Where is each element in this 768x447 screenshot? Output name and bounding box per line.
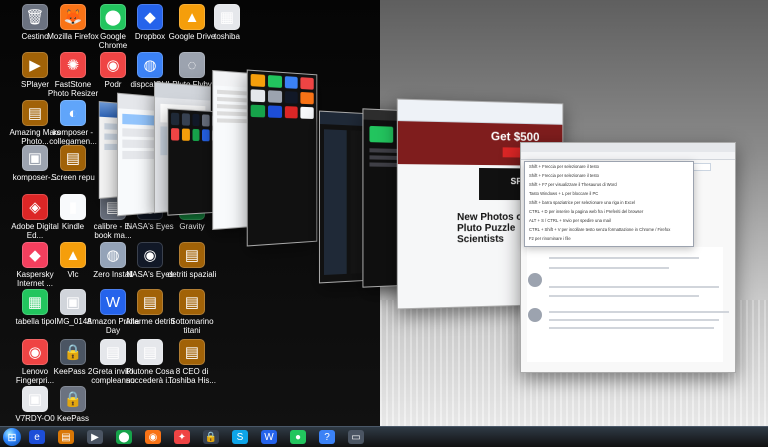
menu-item[interactable]: Shift + Freccia per selezionare il testo: [525, 162, 693, 171]
menu-item[interactable]: Tasto Windows + L per bloccare il PC: [525, 189, 693, 198]
desktop-icon-image: ✺: [60, 52, 86, 78]
explorer-icon: ▤: [58, 430, 74, 444]
taskbar-word-button[interactable]: W: [260, 429, 278, 445]
desktop-icon-label: Screen repu: [51, 173, 95, 182]
desktop-icon-image: ▣: [22, 386, 48, 412]
desktop-icon-image: ▶: [22, 52, 48, 78]
menu-item[interactable]: Shift + Freccia per selezionare il testo: [525, 171, 693, 180]
window-6: [246, 69, 318, 247]
start-button[interactable]: ⊞: [3, 428, 21, 446]
desktop-icon-image: ◈: [22, 194, 48, 220]
display-icon: ▭: [348, 430, 364, 444]
taskbar-media-button[interactable]: ▶: [86, 429, 104, 445]
shortcut-suggestions[interactable]: Shift + Freccia per selezionare il testo…: [524, 161, 694, 247]
desktop-icon-image: 🔒: [60, 386, 86, 412]
article-excerpt: [454, 219, 522, 307]
menu-item[interactable]: CTRL + D per inserire la pagina web fra …: [525, 207, 693, 216]
desktop-icon-image: 🦊: [60, 4, 86, 30]
menu-item[interactable]: Shift + F7 per visualizzare il Thesaurus…: [525, 180, 693, 189]
desktop-icon-image: ◌: [179, 52, 205, 78]
menu-item[interactable]: ALT + S / CTRL + Invio per spedire una m…: [525, 216, 693, 225]
desktop-icon-label: KeePass: [56, 414, 90, 423]
taskbar-help-button[interactable]: ?: [318, 429, 336, 445]
desktop-icon-image: 🔒: [60, 339, 86, 365]
keepass-icon: 🔒: [203, 430, 219, 444]
desktop-icon-label: Sottomarino titani: [170, 317, 214, 335]
taskbar-spotify-button[interactable]: ●: [289, 429, 307, 445]
desktop-icon-label: toshiba: [214, 32, 240, 41]
desktop-icon[interactable]: ▤ 8 CEO di Toshiba His...: [165, 339, 219, 391]
spotify-icon: ●: [290, 430, 306, 444]
taskbar-maps-button[interactable]: ✦: [173, 429, 191, 445]
desktop-icon-image: ◉: [22, 339, 48, 365]
desktop-icon[interactable]: ▤ Screen repu: [46, 145, 100, 197]
chrome-icon: ⬤: [116, 430, 132, 444]
desktop-icon-image: ◉: [137, 242, 163, 268]
desktop-icon-image: ▣: [22, 145, 48, 171]
desktop-icon-image: ▤: [179, 339, 205, 365]
desktop-icon-image: ▤: [137, 289, 163, 315]
desktop-icon-image: ◆: [22, 242, 48, 268]
desktop-icon-image: ◐: [60, 100, 86, 126]
desktop-icon-image: ◍: [137, 52, 163, 78]
desktop-icon-image: ▤: [179, 289, 205, 315]
desktop-icon-image: ▣: [60, 289, 86, 315]
taskbar-explorer-button[interactable]: ▤: [57, 429, 75, 445]
skype-icon: S: [232, 430, 248, 444]
firefox-icon: ◉: [145, 430, 161, 444]
taskbar-ie-button[interactable]: e: [28, 429, 46, 445]
help-icon: ?: [319, 430, 335, 444]
menu-item[interactable]: F2 per rinominare i file: [525, 234, 693, 243]
desktop-icon-image: ▤: [22, 100, 48, 126]
taskbar-keepass-button[interactable]: 🔒: [202, 429, 220, 445]
desktop-icon-label: Gravity: [179, 222, 205, 231]
desktop: 🗑 Cestino 🦊 Mozilla Firefox ⬤ Google Chrome ◆ D…: [0, 0, 768, 426]
desktop-icon-label: komposer - collegamen...: [49, 128, 97, 146]
desktop-icon-image: ▤: [137, 339, 163, 365]
desktop-icon[interactable]: ▤ detriti spaziali: [165, 242, 219, 294]
menu-item[interactable]: CTRL + Shift + V per incollare testo sen…: [525, 225, 693, 234]
desktop-icon-image: ◆: [137, 4, 163, 30]
desktop-icon-image: ▮: [60, 194, 86, 220]
maps-icon: ✦: [174, 430, 190, 444]
desktop-icon-image: 🗑: [22, 4, 48, 30]
media-icon: ▶: [87, 430, 103, 444]
taskbar-chrome-button[interactable]: ⬤: [115, 429, 133, 445]
desktop-icon[interactable]: 🔒 KeePass: [46, 386, 100, 426]
desktop-icon-image: ▤: [60, 145, 86, 171]
taskbar-display-button[interactable]: ▭: [347, 429, 365, 445]
desktop-icon-label: detriti spaziali: [167, 270, 217, 279]
desktop-icon-image: ▦: [22, 289, 48, 315]
word-icon: W: [261, 430, 277, 444]
taskbar: ⊞ e ▤ ▶ ⬤ ◉ ✦ 🔒 S W ●? ▭: [0, 426, 768, 447]
menu-item[interactable]: Shift + barra spaziatrice per selezionar…: [525, 198, 693, 207]
desktop-icon-label: 8 CEO di Toshiba His...: [167, 367, 217, 385]
taskbar-skype-button[interactable]: S: [231, 429, 249, 445]
desktop-icon[interactable]: ▦ toshiba: [200, 4, 254, 56]
desktop-icon-image: ▤: [179, 242, 205, 268]
desktop-icon-image: ▦: [214, 4, 240, 30]
taskbar-firefox-button[interactable]: ◉: [144, 429, 162, 445]
desktop-icon-image: ▲: [60, 242, 86, 268]
desktop-icon[interactable]: ▤ Sottomarino titani: [165, 289, 219, 341]
ie-icon: e: [29, 430, 45, 444]
